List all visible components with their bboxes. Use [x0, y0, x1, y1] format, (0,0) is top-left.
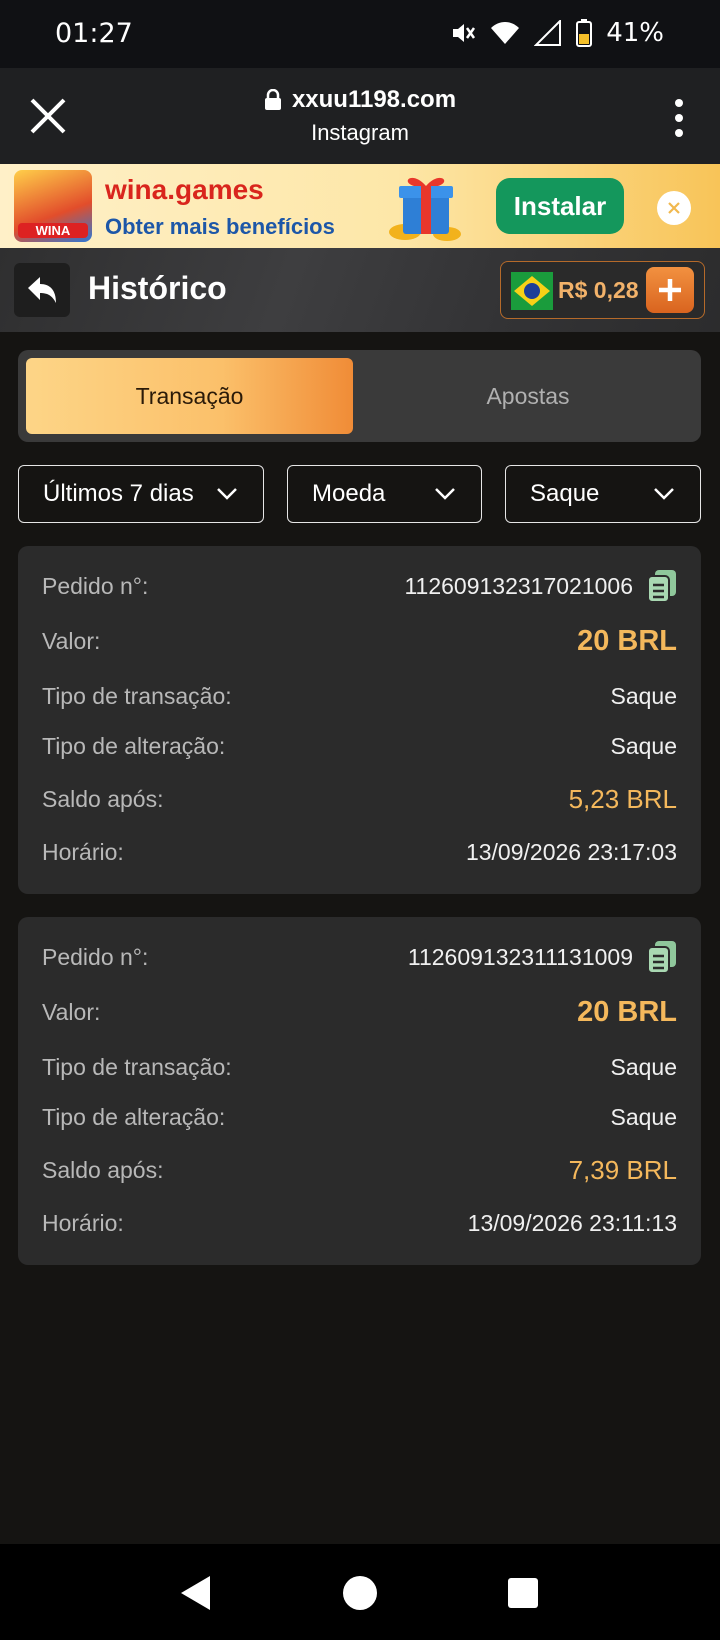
app-logo: WINA: [14, 170, 92, 242]
balance-after-label: Saldo após:: [42, 785, 164, 812]
transaction-type-label: Tipo de transação:: [42, 1053, 232, 1080]
amount-value: 20 BRL: [577, 995, 677, 1028]
order-no-value: 112609132311131009: [407, 943, 633, 970]
time-value: 13/09/2026 23:11:13: [467, 1209, 677, 1236]
deposit-button[interactable]: [646, 267, 694, 313]
back-arrow-icon: [28, 277, 56, 303]
order-no-label: Pedido n°:: [42, 572, 149, 599]
transaction-card: Pedido n°: 112609132317021006 Valor: 20 …: [18, 546, 701, 894]
balance-after-value: 5,23 BRL: [568, 783, 677, 814]
status-bar: 01:27 41%: [0, 0, 720, 68]
transaction-type-label: Tipo de transação:: [42, 682, 232, 709]
brazil-flag-icon: [511, 272, 553, 310]
nav-back-icon[interactable]: [178, 1574, 212, 1612]
plus-icon: [659, 279, 681, 301]
order-no-value: 112609132317021006: [404, 572, 633, 599]
amount-value: 20 BRL: [577, 624, 677, 657]
transaction-type-value: Saque: [610, 682, 677, 709]
copy-icon[interactable]: [647, 940, 677, 974]
type-filter-label: Saque: [530, 480, 600, 507]
chevron-down-icon: [435, 488, 455, 500]
balance-amount: R$ 0,28: [558, 277, 639, 303]
chevron-down-icon: [654, 488, 674, 500]
time-label: Horário:: [42, 838, 124, 865]
balance-after-value: 7,39 BRL: [568, 1154, 677, 1185]
browser-subtitle: Instagram: [311, 120, 409, 145]
system-nav-bar: [0, 1544, 720, 1640]
period-filter-label: Últimos 7 dias: [43, 480, 194, 507]
order-no-label: Pedido n°:: [42, 943, 149, 970]
gift-icon: [389, 177, 461, 241]
battery-percent: 41%: [606, 18, 664, 48]
transaction-type-value: Saque: [610, 1053, 677, 1080]
change-type-value: Saque: [610, 1103, 677, 1130]
wifi-icon: [491, 22, 520, 44]
lock-icon: [264, 89, 281, 110]
period-filter[interactable]: Últimos 7 dias: [18, 465, 264, 523]
change-type-label: Tipo de alteração:: [42, 1103, 226, 1130]
chevron-down-icon: [217, 488, 237, 500]
type-filter[interactable]: Saque: [505, 465, 701, 523]
balance-after-label: Saldo após:: [42, 1156, 164, 1183]
currency-filter[interactable]: Moeda: [287, 465, 482, 523]
amount-label: Valor:: [42, 627, 101, 654]
tab-transacao[interactable]: Transação: [26, 358, 353, 434]
status-time: 01:27: [55, 18, 133, 49]
time-value: 13/09/2026 23:17:03: [465, 838, 677, 865]
tab-apostas[interactable]: Apostas: [363, 358, 693, 434]
page-header: Histórico R$ 0,28: [0, 248, 720, 332]
close-icon: [668, 202, 680, 214]
mute-icon: [453, 24, 476, 42]
install-button[interactable]: Instalar: [496, 178, 624, 234]
time-label: Horário:: [42, 1209, 124, 1236]
ad-close-button[interactable]: [657, 191, 691, 225]
battery-icon: [576, 19, 593, 47]
signal-icon: [534, 20, 562, 46]
browser-toolbar: xxuu1198.com Instagram: [0, 68, 720, 164]
change-type-value: Saque: [610, 732, 677, 759]
browser-url[interactable]: xxuu1198.com: [292, 86, 456, 114]
ad-tagline: Obter mais benefícios: [105, 214, 335, 239]
nav-home-icon[interactable]: [341, 1574, 379, 1612]
more-vert-icon[interactable]: [674, 98, 684, 138]
copy-icon[interactable]: [647, 569, 677, 603]
nav-recents-icon[interactable]: [506, 1576, 540, 1610]
ad-brand: wina.games: [105, 174, 264, 205]
wallet-balance[interactable]: R$ 0,28: [500, 261, 705, 319]
amount-label: Valor:: [42, 998, 101, 1025]
page-title: Histórico: [88, 270, 227, 306]
history-tabs: Transação Apostas: [18, 350, 701, 442]
transaction-card: Pedido n°: 112609132311131009 Valor: 20 …: [18, 917, 701, 1265]
change-type-label: Tipo de alteração:: [42, 732, 226, 759]
back-button[interactable]: [14, 263, 70, 317]
currency-filter-label: Moeda: [312, 480, 386, 507]
install-ad-banner: WINA wina.games Obter mais benefícios In…: [0, 164, 720, 248]
